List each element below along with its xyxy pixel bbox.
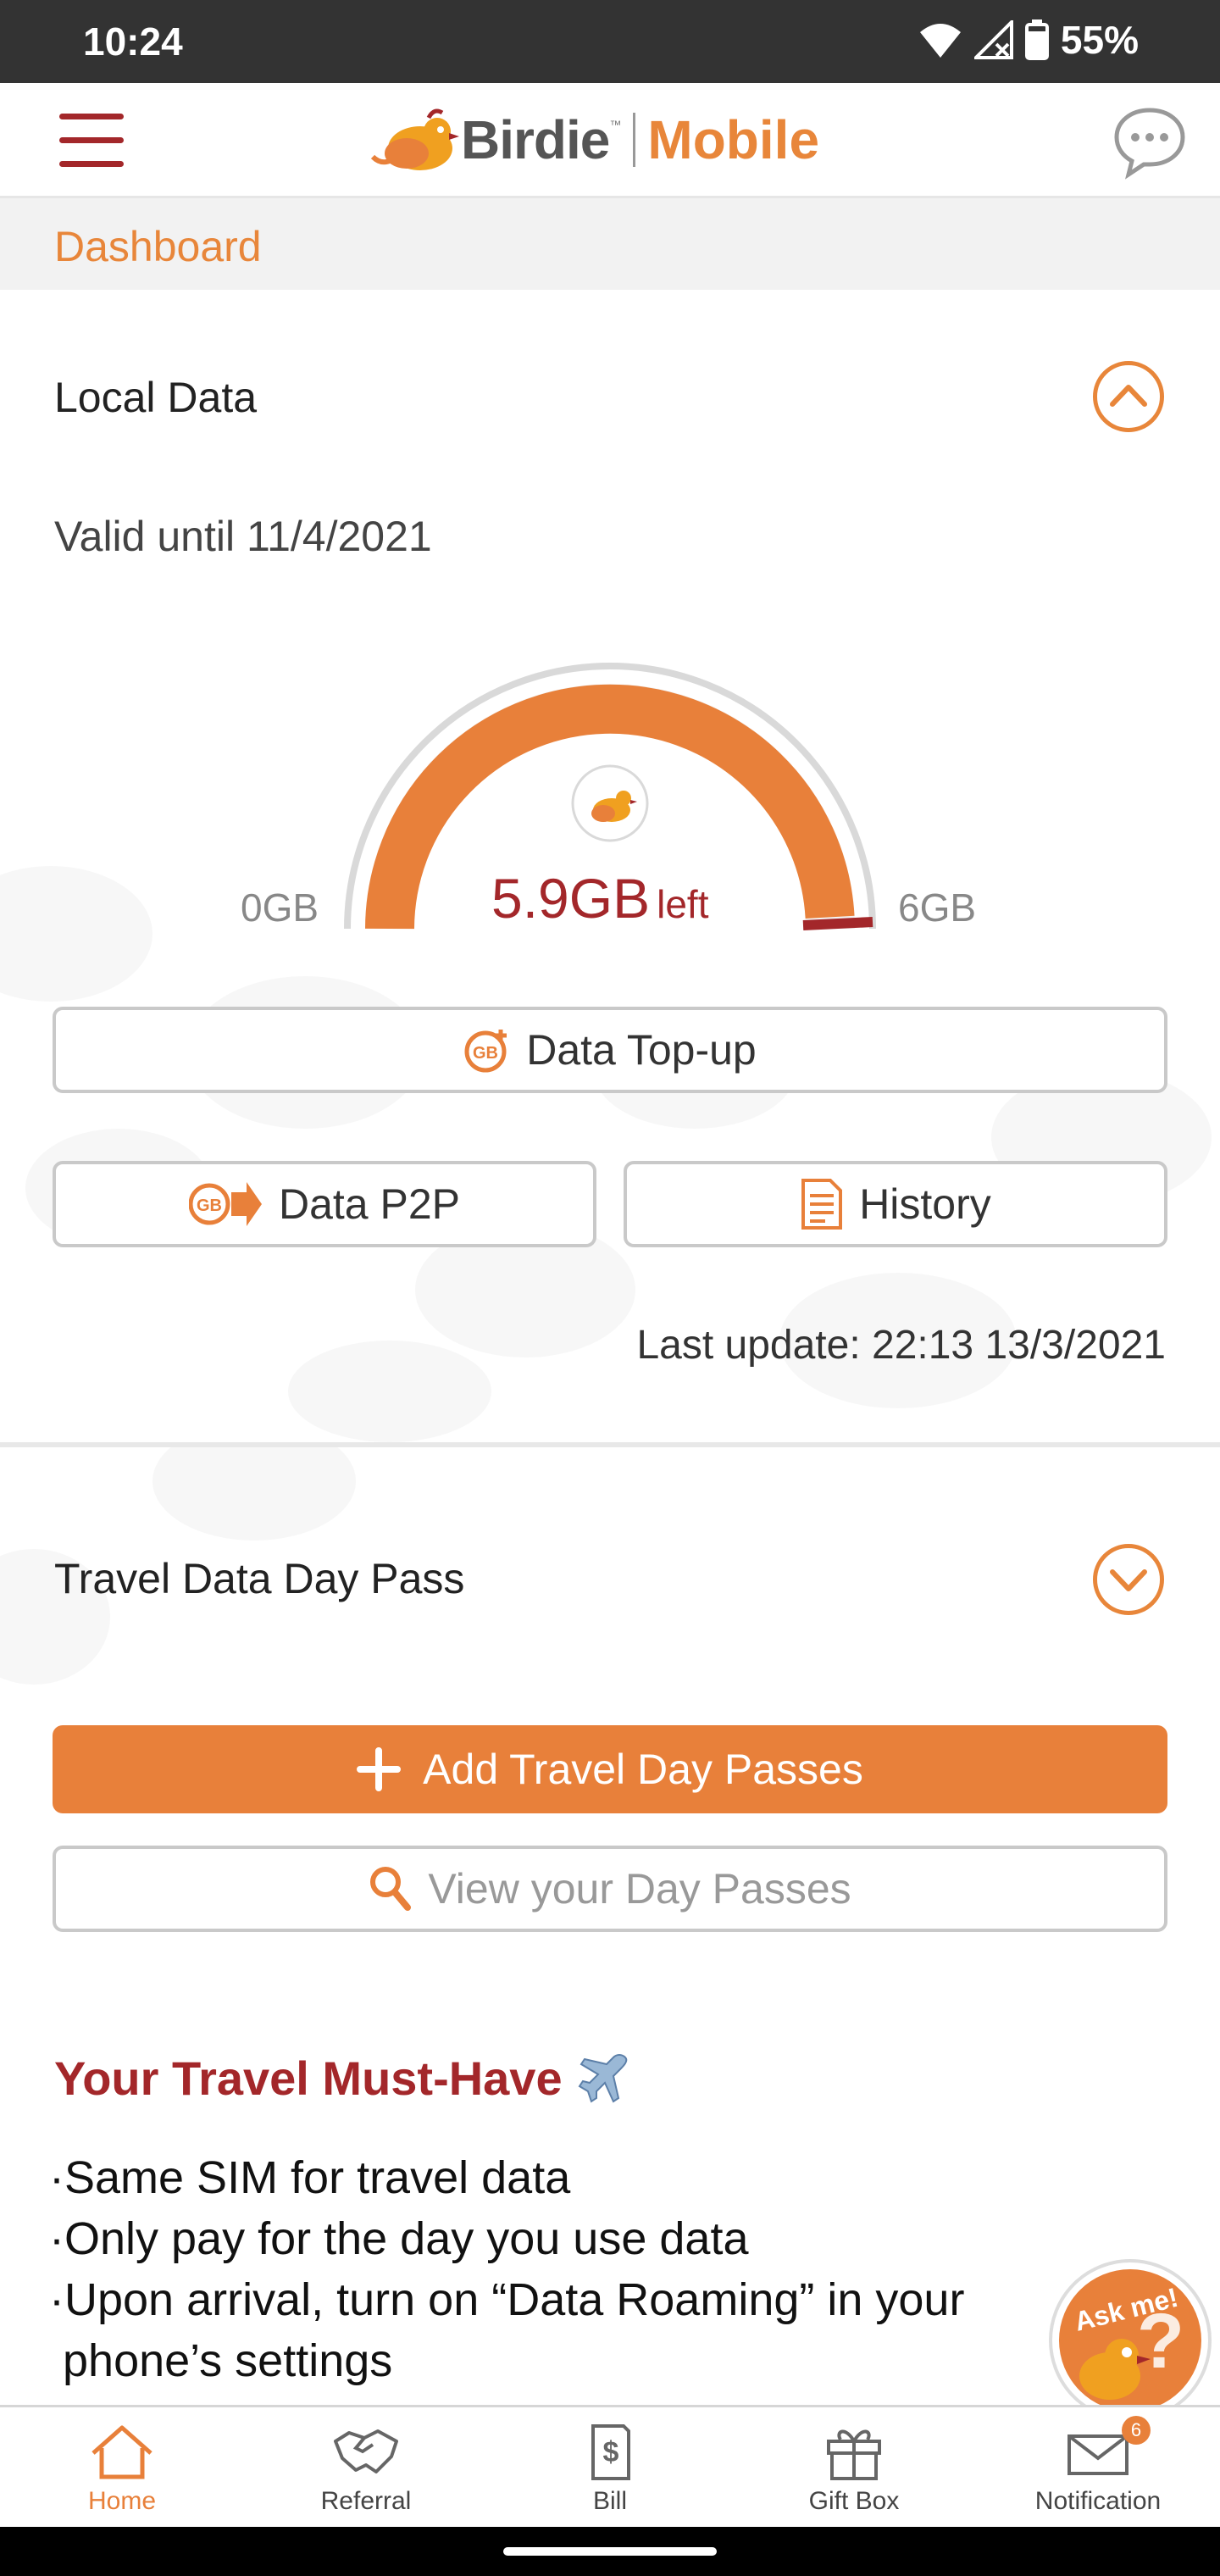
nav-bill[interactable]: $ Bill xyxy=(488,2407,732,2529)
brand-logo: Birdie ™ Mobile xyxy=(369,102,819,178)
brand-name: Birdie xyxy=(461,109,610,170)
bird-logo-icon xyxy=(370,108,459,170)
gauge-needle xyxy=(802,917,873,930)
history-label: History xyxy=(859,1180,991,1228)
bill-dollar-icon: $ xyxy=(591,2424,630,2480)
local-data-title: Local Data xyxy=(54,374,258,421)
app-header: Birdie ™ Mobile xyxy=(0,83,1220,198)
battery-percent: 55% xyxy=(1060,18,1139,62)
nav-bill-label: Bill xyxy=(592,2487,627,2515)
promo-bullet: ·Upon arrival, turn on “Data Roaming” in… xyxy=(49,2274,965,2325)
gb-transfer-icon: GB xyxy=(188,1182,262,1226)
status-time: 10:24 xyxy=(83,19,183,64)
wifi-icon xyxy=(919,24,961,58)
nav-referral-label: Referral xyxy=(320,2487,412,2515)
svg-text:GB: GB xyxy=(197,1196,222,1215)
gauge-min-label: 0GB xyxy=(241,886,319,930)
brand-suffix: Mobile xyxy=(647,109,820,170)
promo-title-text: Your Travel Must-Have xyxy=(54,2051,563,2105)
home-icon xyxy=(92,2425,152,2479)
add-travel-pass-button[interactable]: Add Travel Day Passes xyxy=(53,1725,1167,1813)
brand-trademark: ™ xyxy=(609,118,622,131)
expand-chevron-down-icon[interactable] xyxy=(1093,1544,1164,1615)
promo-bullet: ·Only pay for the day you use data xyxy=(49,2213,749,2264)
svg-text:GB: GB xyxy=(473,1044,498,1063)
breadcrumb-bar: Dashboard xyxy=(0,198,1220,290)
notification-badge: 6 xyxy=(1122,2416,1151,2445)
gb-plus-icon: GB xyxy=(464,1030,507,1073)
nav-home-label: Home xyxy=(87,2487,157,2515)
nav-referral[interactable]: Referral xyxy=(244,2407,488,2529)
search-icon xyxy=(370,1867,412,1911)
nav-notification-label: Notification xyxy=(1034,2487,1162,2515)
handshake-icon xyxy=(334,2429,398,2473)
gift-box-icon xyxy=(827,2429,881,2480)
ask-me-chatbot-button[interactable]: ? Ask me! xyxy=(1047,2257,1213,2423)
airplane-icon xyxy=(578,2053,627,2103)
battery-icon xyxy=(1024,19,1049,60)
nav-gift-box-label: Gift Box xyxy=(808,2487,900,2515)
collapse-chevron-up-icon[interactable] xyxy=(1093,361,1164,432)
svg-text:$: $ xyxy=(603,2436,619,2468)
travel-data-card: Travel Data Day Pass Add Travel Day Pass… xyxy=(0,1447,1220,2405)
cell-signal-icon xyxy=(973,20,1013,59)
document-history-icon xyxy=(801,1179,843,1230)
bottom-navigation: Home Referral $ Bill Gift Box 6 Notifica… xyxy=(0,2405,1220,2527)
promo-bullet: phone’s settings xyxy=(63,2335,393,2386)
data-topup-label: Data Top-up xyxy=(526,1026,757,1074)
promo-bullet: ·Same SIM for travel data xyxy=(49,2152,571,2203)
nav-notification[interactable]: 6 Notification xyxy=(976,2407,1220,2529)
breadcrumb[interactable]: Dashboard xyxy=(54,222,262,271)
plus-icon xyxy=(357,1747,402,1791)
view-day-passes-button[interactable]: View your Day Passes xyxy=(53,1846,1167,1932)
home-indicator[interactable] xyxy=(503,2547,717,2556)
remaining-suffix: left xyxy=(657,882,709,926)
add-travel-pass-label: Add Travel Day Passes xyxy=(423,1746,863,1793)
view-day-passes-label: View your Day Passes xyxy=(428,1865,851,1913)
gauge-remaining: 5.9GB left xyxy=(491,866,708,930)
status-icons: 55% xyxy=(918,17,1139,63)
nav-home[interactable]: Home xyxy=(0,2407,244,2529)
history-button[interactable]: History xyxy=(624,1161,1167,1247)
remaining-value: 5.9GB xyxy=(491,867,651,930)
chat-bubble-icon[interactable] xyxy=(1112,103,1188,180)
travel-pass-title: Travel Data Day Pass xyxy=(54,1555,465,1602)
valid-until-text: Valid until 11/4/2021 xyxy=(54,513,432,560)
brand-separator xyxy=(633,113,636,167)
last-update-text: Last update: 22:13 13/3/2021 xyxy=(636,1323,1166,1368)
status-bar: 10:24 55% xyxy=(0,0,1220,83)
data-topup-button[interactable]: GB Data Top-up xyxy=(53,1007,1167,1093)
gauge-max-label: 6GB xyxy=(898,886,977,930)
nav-gift-box[interactable]: Gift Box xyxy=(732,2407,976,2529)
promo-bullets: ·Same SIM for travel data ·Only pay for … xyxy=(49,2147,1066,2391)
hamburger-menu-icon[interactable] xyxy=(59,114,124,168)
data-p2p-button[interactable]: GB Data P2P xyxy=(53,1161,596,1247)
data-p2p-label: Data P2P xyxy=(278,1180,460,1228)
promo-title: Your Travel Must-Have xyxy=(54,2051,630,2106)
local-data-card: Local Data Valid until 11/4/2021 0GB 6GB… xyxy=(0,290,1220,1444)
